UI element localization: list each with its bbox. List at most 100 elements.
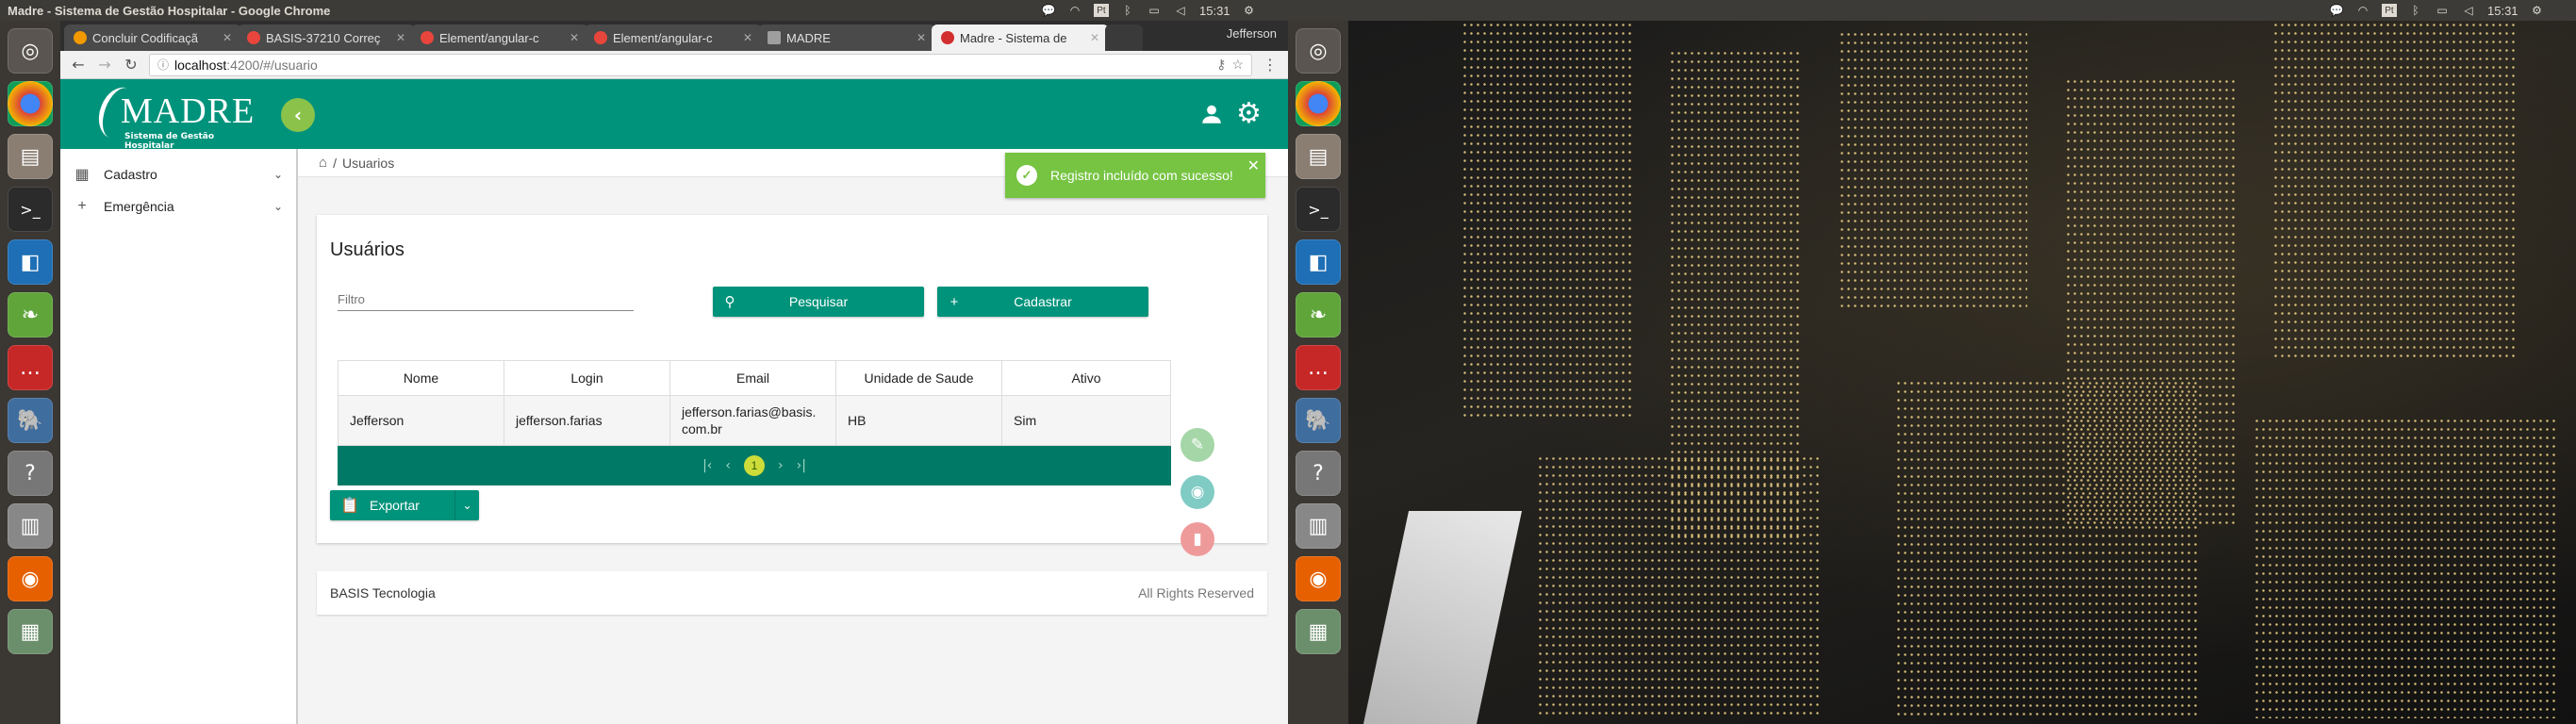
- prev-page-icon[interactable]: ‹: [725, 458, 731, 473]
- tab-label: MADRE: [786, 30, 831, 45]
- view-button[interactable]: ◉: [1181, 475, 1214, 509]
- search-button-label: Pesquisar: [788, 294, 849, 309]
- next-page-icon[interactable]: ›: [778, 458, 784, 473]
- column-header[interactable]: Unidade de Saude: [835, 360, 1002, 396]
- page-number[interactable]: 1: [744, 455, 765, 476]
- column-header[interactable]: Email: [669, 360, 836, 396]
- browser-tab[interactable]: Element/angular-c ✕: [585, 25, 762, 51]
- wifi-icon[interactable]: ◠: [2355, 4, 2370, 17]
- wallpaper-rooftop: [1362, 511, 1523, 724]
- browser-tab-active[interactable]: Madre - Sistema de ✕: [932, 25, 1109, 51]
- export-button[interactable]: 📋 Exportar ⌄: [330, 490, 479, 520]
- firefox-icon[interactable]: ◉: [8, 556, 53, 601]
- edit-button[interactable]: ✎: [1181, 428, 1214, 462]
- toolbar: ← → ↻ ⓘ localhost:4200/#/usuario ⚷ ☆ ⋮: [60, 51, 1288, 79]
- printer-icon[interactable]: ▥: [8, 503, 53, 549]
- star-icon[interactable]: ☆: [1231, 57, 1244, 73]
- chrome-icon[interactable]: [1296, 81, 1341, 126]
- tab-close-icon[interactable]: ✕: [223, 31, 232, 44]
- tab-close-icon[interactable]: ✕: [743, 31, 752, 44]
- pagination: |‹ ‹ 1 › ›|: [338, 446, 1171, 485]
- sidebar-item-emergencia[interactable]: + Emergência ⌄: [60, 190, 296, 222]
- tab-favicon-icon: [941, 31, 954, 44]
- close-icon[interactable]: ✕: [1247, 156, 1260, 175]
- search-button[interactable]: ⚲ Pesquisar: [713, 287, 924, 317]
- forward-icon[interactable]: →: [96, 56, 113, 74]
- browser-tab[interactable]: MADRE ✕: [758, 25, 935, 51]
- last-page-icon[interactable]: ›|: [797, 458, 806, 473]
- url-path: :4200/#/usuario: [226, 57, 318, 73]
- address-bar[interactable]: ⓘ localhost:4200/#/usuario ⚷ ☆: [149, 53, 1252, 76]
- clock[interactable]: 15:31: [2487, 4, 2518, 18]
- sound-icon[interactable]: ◁: [2461, 4, 2476, 17]
- help-icon[interactable]: ?: [8, 451, 53, 496]
- ubuntu-icon[interactable]: ◎: [1296, 28, 1341, 74]
- settings-icon[interactable]: ⚙: [2530, 4, 2545, 17]
- postgres-icon[interactable]: 🐘: [1296, 398, 1341, 443]
- chat-icon[interactable]: …: [8, 345, 53, 390]
- sound-icon[interactable]: ◁: [1173, 4, 1188, 17]
- bluetooth-icon[interactable]: ᛒ: [1120, 4, 1135, 17]
- bluetooth-icon[interactable]: ᛒ: [2408, 4, 2423, 17]
- battery-icon[interactable]: ▭: [1147, 4, 1162, 17]
- gear-icon[interactable]: ⚙: [1236, 100, 1264, 128]
- chevron-down-icon[interactable]: ⌄: [454, 490, 479, 520]
- menu-icon[interactable]: ⋮: [1262, 56, 1279, 74]
- chat-icon[interactable]: 💬: [2329, 4, 2344, 17]
- keyboard-layout-icon[interactable]: Pt: [1094, 4, 1109, 17]
- grid-icon: ▦: [74, 167, 90, 183]
- files-icon[interactable]: ▤: [1296, 134, 1341, 179]
- new-tab-button[interactable]: [1105, 25, 1143, 51]
- postgres-icon[interactable]: 🐘: [8, 398, 53, 443]
- browser-tab[interactable]: BASIS-37210 Correç ✕: [238, 25, 415, 51]
- column-header[interactable]: Ativo: [1001, 360, 1171, 396]
- reload-icon[interactable]: ↻: [123, 56, 140, 74]
- keyboard-layout-icon[interactable]: Pt: [2382, 4, 2397, 17]
- logo[interactable]: MADRE Sistema de Gestão Hospitalar: [91, 81, 254, 151]
- chat-icon[interactable]: …: [1296, 345, 1341, 390]
- create-button[interactable]: + Cadastrar: [937, 287, 1148, 317]
- wifi-icon[interactable]: ◠: [1067, 4, 1082, 17]
- column-header[interactable]: Nome: [338, 360, 504, 396]
- breadcrumb-separator: /: [333, 155, 337, 171]
- tab-close-icon[interactable]: ✕: [1090, 31, 1099, 44]
- key-icon[interactable]: ⚷: [1216, 57, 1226, 73]
- terminal-icon[interactable]: >_: [8, 187, 53, 232]
- printer-icon[interactable]: ▥: [1296, 503, 1341, 549]
- vscode-icon[interactable]: ◧: [8, 239, 53, 285]
- browser-tab[interactable]: Element/angular-c ✕: [411, 25, 588, 51]
- table-row[interactable]: Jefferson jefferson.farias jefferson.far…: [338, 395, 1171, 446]
- home-icon[interactable]: ⌂: [319, 155, 327, 171]
- ubuntu-icon[interactable]: ◎: [8, 28, 53, 74]
- back-icon[interactable]: ←: [70, 56, 87, 74]
- filter-input[interactable]: [338, 285, 634, 306]
- chat-icon[interactable]: 💬: [1041, 4, 1056, 17]
- filter-field[interactable]: [338, 285, 634, 311]
- tab-close-icon[interactable]: ✕: [396, 31, 405, 44]
- help-icon[interactable]: ?: [1296, 451, 1341, 496]
- app-icon[interactable]: ▦: [8, 609, 53, 654]
- terminal-icon[interactable]: >_: [1296, 187, 1341, 232]
- tab-close-icon[interactable]: ✕: [570, 31, 579, 44]
- tab-close-icon[interactable]: ✕: [916, 31, 926, 44]
- chrome-icon[interactable]: [8, 81, 53, 126]
- info-icon[interactable]: ⓘ: [157, 57, 169, 73]
- files-icon[interactable]: ▤: [8, 134, 53, 179]
- user-icon[interactable]: [1199, 102, 1224, 126]
- app-icon[interactable]: ▦: [1296, 609, 1341, 654]
- sidebar-item-cadastro[interactable]: ▦ Cadastro ⌄: [60, 158, 296, 190]
- column-header[interactable]: Login: [504, 360, 670, 396]
- create-button-label: Cadastrar: [1014, 294, 1072, 309]
- spring-icon[interactable]: ❧: [8, 292, 53, 337]
- settings-icon[interactable]: ⚙: [1242, 4, 1257, 17]
- battery-icon[interactable]: ▭: [2435, 4, 2450, 17]
- browser-tab[interactable]: Concluir Codificaçã ✕: [64, 25, 241, 51]
- spring-icon[interactable]: ❧: [1296, 292, 1341, 337]
- vscode-icon[interactable]: ◧: [1296, 239, 1341, 285]
- clock[interactable]: 15:31: [1199, 4, 1230, 18]
- first-page-icon[interactable]: |‹: [702, 458, 712, 473]
- firefox-icon[interactable]: ◉: [1296, 556, 1341, 601]
- profile-name[interactable]: Jefferson: [1215, 26, 1288, 46]
- sidebar-toggle-button[interactable]: ‹: [281, 98, 315, 132]
- delete-button[interactable]: ▮: [1181, 522, 1214, 556]
